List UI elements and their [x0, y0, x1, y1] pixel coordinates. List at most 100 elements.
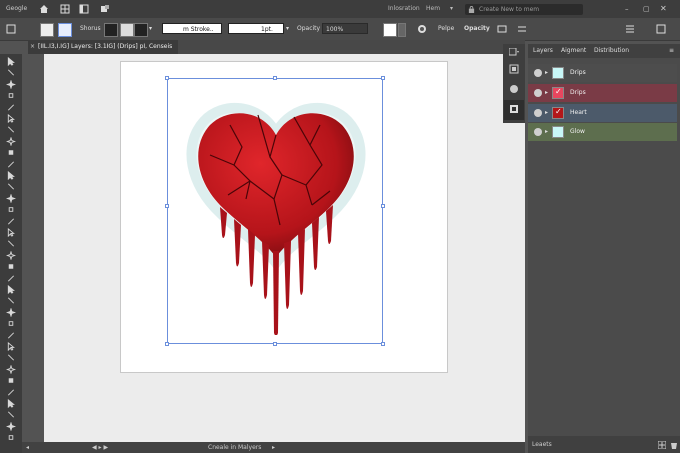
app-label[interactable]: Geogle [6, 0, 27, 18]
visibility-eye-icon[interactable] [534, 128, 542, 136]
swatch-gray[interactable] [398, 23, 406, 37]
arrange-icon[interactable] [100, 4, 110, 14]
color-mode-icon[interactable] [6, 399, 16, 408]
visibility-eye-icon[interactable] [534, 69, 542, 77]
dock-menu-icon[interactable] [509, 48, 519, 56]
expand-arrow-icon[interactable]: ▸ [545, 69, 548, 76]
active-dock-item[interactable] [504, 100, 524, 120]
status-arrow-icon[interactable]: ▸ [272, 442, 275, 453]
stroke-profile-field[interactable]: m Stroke.. [162, 23, 222, 34]
lasso-icon[interactable] [6, 91, 16, 100]
chevron-down-icon[interactable]: ▾ [450, 0, 453, 18]
brush-icon[interactable] [509, 84, 519, 94]
layer-row[interactable]: ▸ Drips [528, 64, 677, 82]
pen-icon[interactable] [6, 103, 16, 112]
blend-icon[interactable] [6, 296, 16, 305]
tab-distribution[interactable]: Distribution [594, 44, 629, 58]
expand-arrow-icon[interactable]: ▸ [545, 109, 548, 116]
align-icon[interactable] [517, 24, 527, 34]
perspective-icon[interactable] [6, 250, 16, 260]
stroke-swatch[interactable] [58, 23, 72, 37]
swatch-dark-2[interactable] [134, 23, 148, 37]
close-icon[interactable]: ✕ [660, 0, 667, 18]
handle-top-right[interactable] [381, 76, 385, 80]
shortcuts-label[interactable]: Shorus [80, 18, 101, 40]
edit-toolbar-icon[interactable] [6, 433, 16, 442]
selection-bounding-box[interactable] [167, 78, 383, 344]
eyedropper-icon[interactable] [6, 285, 16, 294]
magic-wand-icon[interactable] [6, 79, 16, 89]
handle-bottom-right[interactable] [381, 342, 385, 346]
zoom-icon[interactable] [6, 364, 16, 374]
hamburger-icon[interactable] [625, 24, 635, 34]
rotate-icon[interactable] [6, 193, 16, 203]
draw-mode-icon[interactable] [6, 410, 16, 419]
document-tab[interactable]: × [IIL.I3,I.IG] Layers: [3.1IG] (Drips] … [28, 40, 178, 54]
panel-menu-icon[interactable]: ≡ [669, 44, 674, 58]
opacity-field[interactable]: 100% [322, 23, 368, 34]
swatch-light[interactable] [120, 23, 134, 37]
eraser-icon[interactable] [6, 182, 16, 191]
home-icon[interactable] [39, 4, 49, 14]
rectangle-icon[interactable] [6, 148, 16, 157]
paintbrush-icon[interactable] [6, 160, 16, 169]
new-layer-icon[interactable] [658, 441, 666, 449]
extra-label[interactable]: Pelpe [438, 18, 454, 40]
handle-bottom-left[interactable] [165, 342, 169, 346]
selection-tool-icon[interactable] [6, 57, 16, 66]
panel-icon[interactable] [79, 4, 89, 14]
arrange-icon[interactable] [497, 24, 507, 34]
stroke-weight-field[interactable]: 1pt. [228, 23, 284, 34]
swap-icon[interactable] [6, 376, 16, 385]
maximize-icon[interactable]: ▢ [643, 0, 650, 18]
gradient-icon[interactable] [6, 274, 16, 283]
mesh-icon[interactable] [6, 262, 16, 271]
fill-stroke-icon[interactable] [6, 388, 16, 397]
delete-layer-icon[interactable] [670, 441, 678, 449]
handle-middle-right[interactable] [381, 204, 385, 208]
chevron-down-icon[interactable]: ▾ [149, 18, 152, 40]
graph-icon[interactable] [6, 319, 16, 328]
panel-icon[interactable] [656, 24, 666, 34]
swatch-white[interactable] [383, 23, 397, 37]
expand-arrow-icon[interactable]: ▸ [545, 89, 548, 96]
artboards-icon[interactable] [509, 64, 519, 74]
symbol-icon[interactable] [6, 307, 16, 317]
layer-row[interactable]: ▸ ✓ Heart [528, 104, 677, 122]
expand-arrow-icon[interactable]: ▸ [545, 128, 548, 135]
screen-mode-icon[interactable] [6, 421, 16, 431]
grid-icon[interactable] [60, 4, 70, 14]
free-transform-icon[interactable] [6, 228, 16, 237]
workspace-select[interactable]: Hem [426, 0, 440, 18]
tab-layers[interactable]: Layers [533, 44, 553, 58]
scale-icon[interactable] [6, 205, 16, 214]
layer-row[interactable]: ▸ Glow [528, 123, 677, 141]
visibility-eye-icon[interactable] [534, 109, 542, 117]
handle-top-left[interactable] [165, 76, 169, 80]
search-input[interactable]: Create New to mem [465, 4, 583, 15]
shape-builder-icon[interactable] [6, 239, 16, 248]
handle-top-center[interactable] [273, 76, 277, 80]
type-icon[interactable] [6, 125, 16, 134]
tab-alignment[interactable]: Aigment [561, 44, 586, 58]
visibility-eye-icon[interactable] [534, 89, 542, 97]
handle-bottom-center[interactable] [273, 342, 277, 346]
direct-selection-icon[interactable] [6, 68, 16, 77]
zoom-arrow-icon[interactable]: ◂ [26, 442, 29, 453]
close-tab-icon[interactable]: × [30, 40, 35, 54]
minimize-icon[interactable]: – [625, 0, 629, 18]
width-icon[interactable] [6, 217, 16, 226]
recolor-icon[interactable] [417, 24, 427, 34]
artboard-nav-icon[interactable]: ◀ ▸ ▶ [92, 442, 108, 453]
chevron-down-icon[interactable]: ▾ [286, 18, 289, 40]
layer-row[interactable]: ▸ ✓ Drips [528, 84, 677, 102]
line-icon[interactable] [6, 136, 16, 146]
swatch-dark[interactable] [104, 23, 118, 37]
handle-middle-left[interactable] [165, 204, 169, 208]
fill-swatch[interactable] [40, 23, 54, 37]
curvature-icon[interactable] [6, 114, 16, 123]
slice-icon[interactable] [6, 342, 16, 351]
artboard-icon[interactable] [6, 331, 16, 340]
pencil-icon[interactable] [6, 171, 16, 180]
hand-icon[interactable] [6, 353, 16, 362]
